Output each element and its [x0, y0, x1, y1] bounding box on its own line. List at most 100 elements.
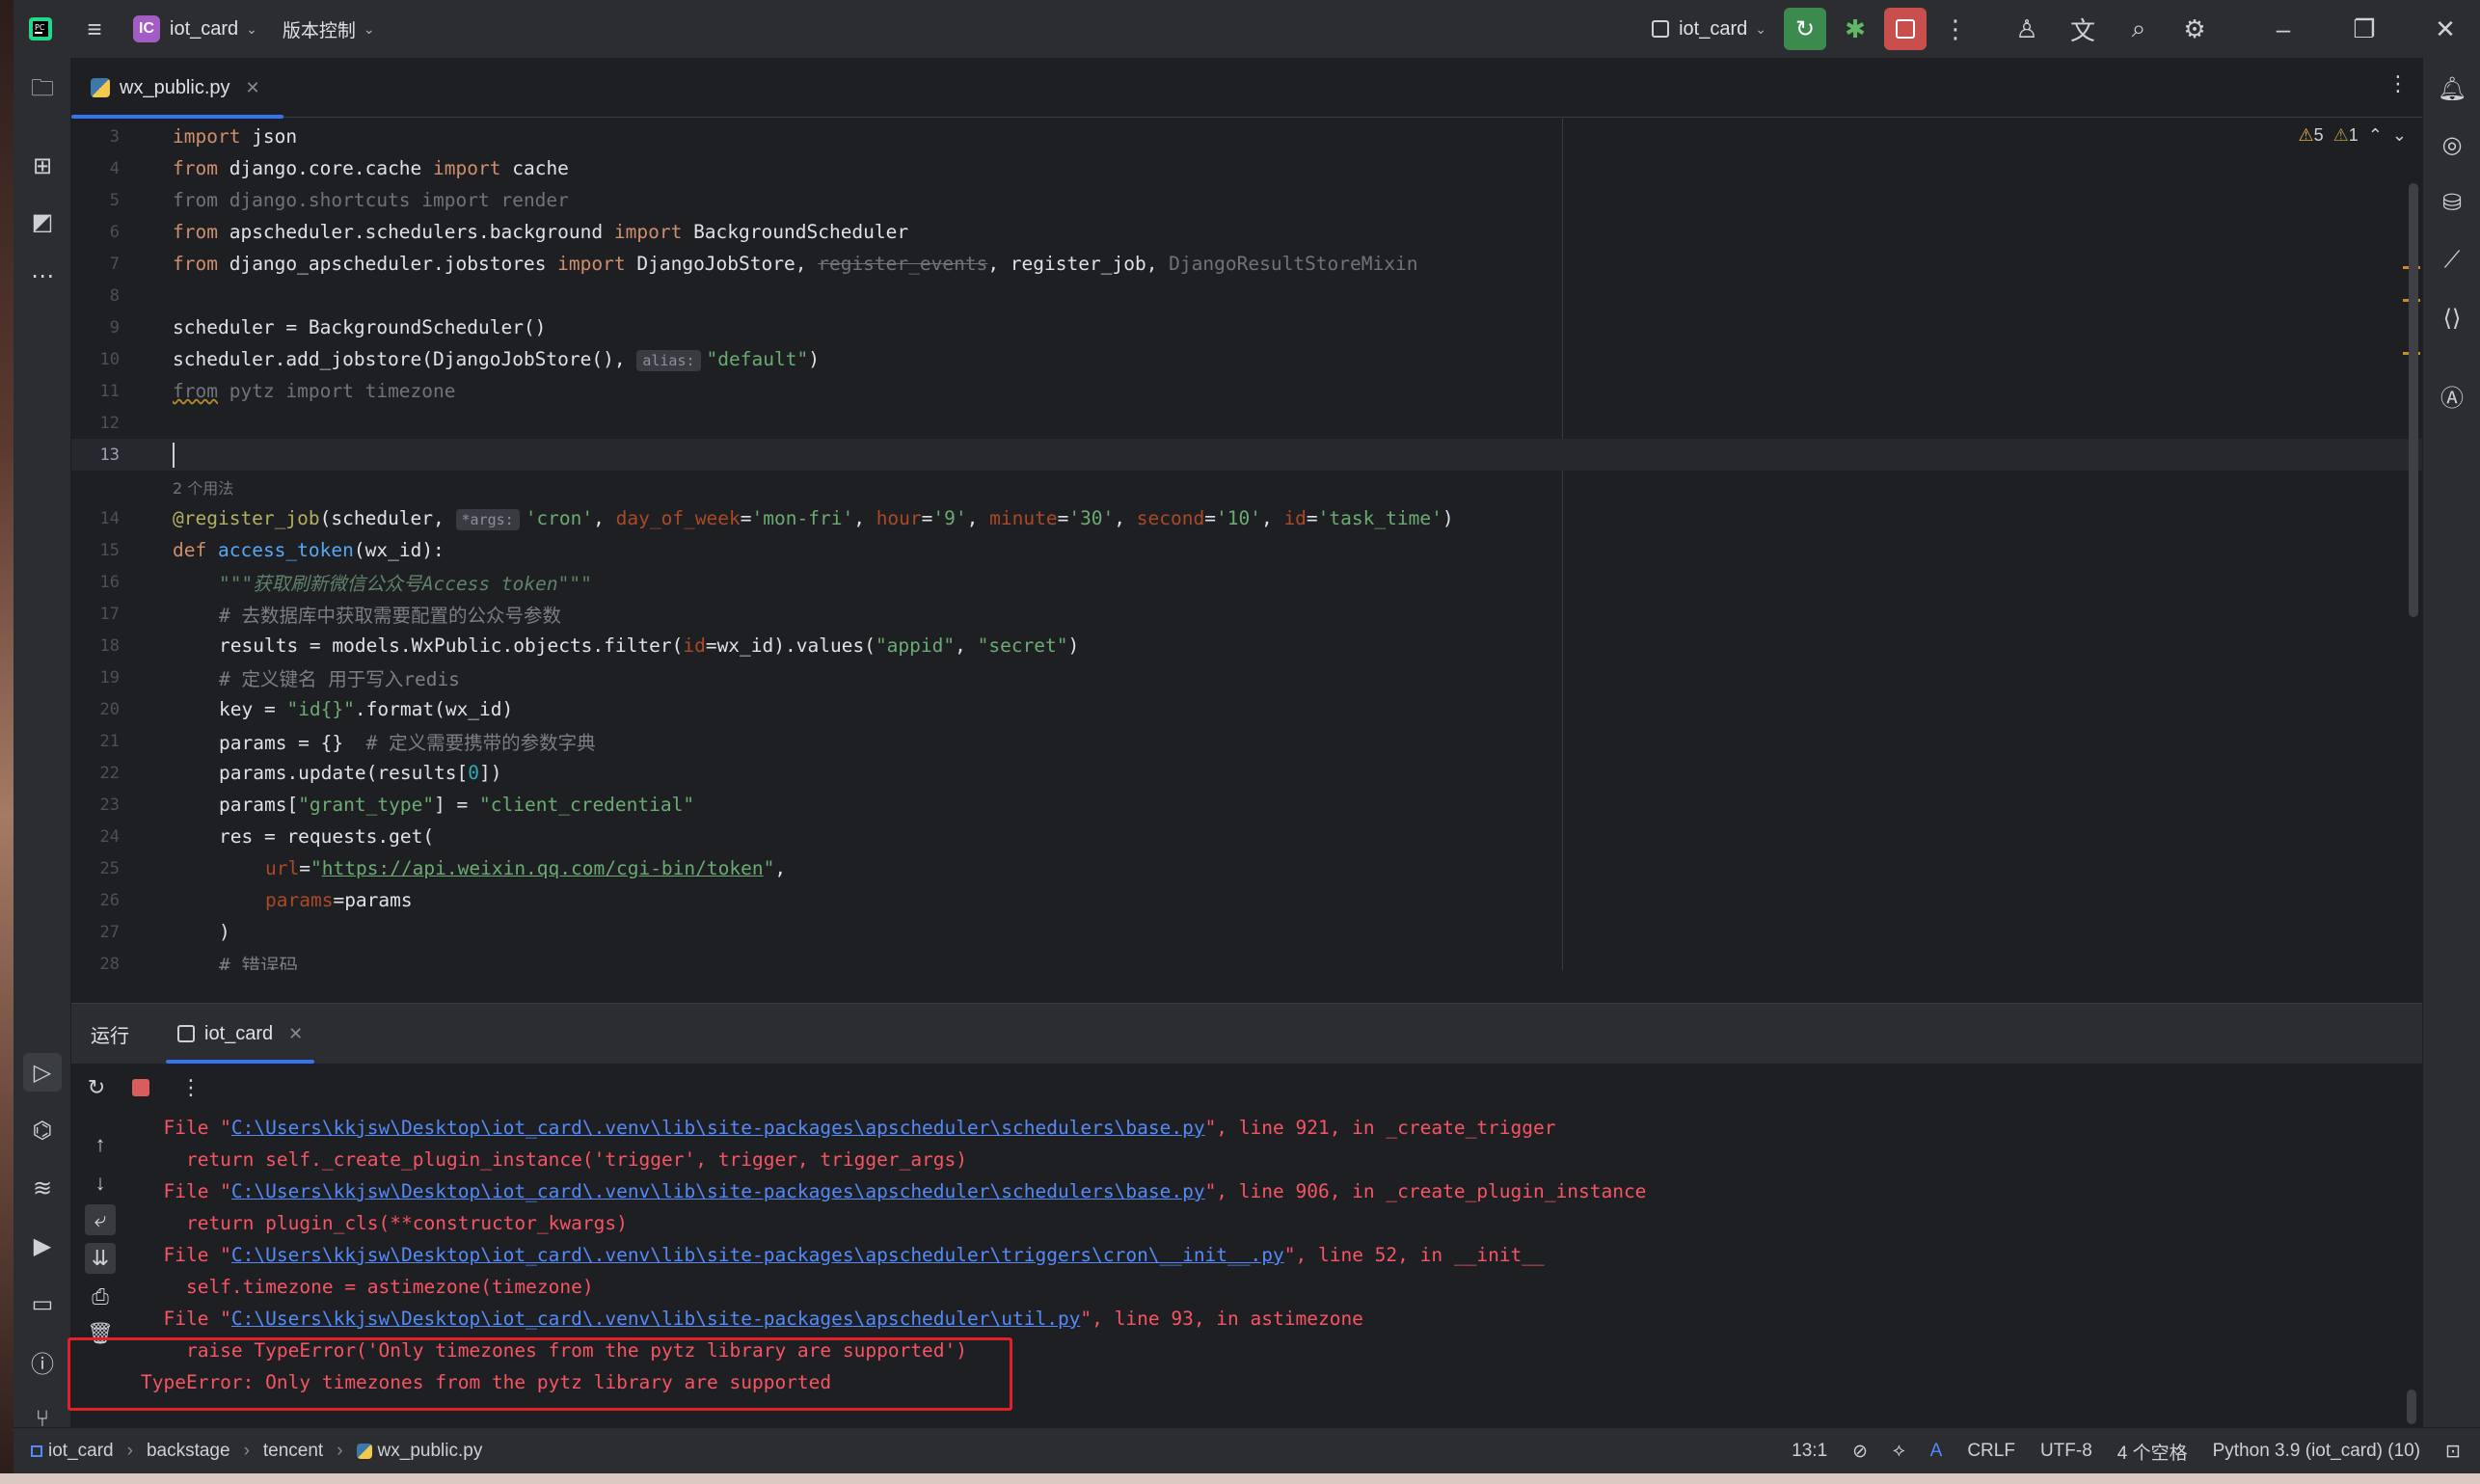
print-icon[interactable]: ⎙ [85, 1282, 116, 1312]
file-link[interactable]: C:\Users\kkjsw\Desktop\iot_card\.venv\li… [231, 1180, 1205, 1202]
code-line: 18 results = models.WxPublic.objects.filt… [99, 634, 1080, 657]
more-vertical-icon[interactable]: ⋮ [1934, 8, 1977, 50]
project-selector[interactable]: IC iot_card ⌄ [133, 15, 257, 42]
ai-assistant-icon[interactable]: ◎ [2433, 125, 2471, 164]
url-link[interactable]: https://api.weixin.qq.com/cgi-bin/token [322, 857, 764, 879]
python-interpreter[interactable]: Python 3.9 (iot_card) (10) [2213, 1441, 2420, 1462]
code-line: 4 from django.core.cache import cache [109, 157, 569, 179]
run-config-selector[interactable]: iot_card ⌄ [1652, 18, 1766, 40]
rerun-button[interactable]: ↻ [1784, 8, 1826, 50]
project-folder-icon[interactable]: 🗀 [23, 71, 62, 110]
rerun-icon[interactable]: ↻ [81, 1072, 112, 1103]
background-photo-edge [0, 0, 13, 1484]
endpoints-icon[interactable]: ⟨⟩ [2433, 299, 2471, 337]
stop-button[interactable] [1884, 8, 1927, 50]
project-name: iot_card [170, 17, 239, 40]
current-code-line: 13 [71, 439, 2422, 471]
pycharm-logo-icon: PC [19, 8, 62, 50]
breadcrumb-item[interactable]: iot_card [48, 1441, 114, 1462]
database-icon[interactable]: ⛁ [2433, 183, 2471, 222]
breadcrumb-item[interactable]: tencent [263, 1441, 323, 1462]
minimize-icon[interactable]: – [2262, 8, 2305, 50]
python-file-icon [91, 78, 110, 97]
console-line: File " C:\Users\kkjsw\Desktop\iot_card\.v… [141, 1117, 1556, 1139]
code-line: 17 # 去数据库中获取需要配置的公众号参数 [99, 604, 561, 628]
code-line: 11 from pytz import timezone [99, 380, 456, 402]
notifications-bell-icon[interactable]: 🔔︎ [2433, 69, 2471, 108]
more-tools-icon[interactable]: ⋯ [23, 256, 62, 295]
terminal-icon[interactable]: ▭ [23, 1284, 62, 1323]
code-area[interactable]: 3 import json 4 from django.core.cache imp… [71, 119, 2422, 970]
sciview-chart-icon[interactable]: ⟋ [2433, 241, 2471, 280]
main-menu-icon[interactable]: ≡ [73, 8, 116, 50]
error-highlight-box [67, 1337, 1012, 1411]
soft-wrap-icon[interactable]: ⤶ [85, 1204, 116, 1235]
tab-label: wx_public.py [120, 76, 230, 98]
breadcrumb-item[interactable]: backstage [147, 1441, 230, 1462]
close-icon[interactable]: ✕ [2424, 8, 2467, 50]
services-icon[interactable]: ▶ [23, 1227, 62, 1265]
console-line: return self._create_plugin_instance('tri… [141, 1148, 968, 1171]
run-tab-iot-card[interactable]: iot_card ✕ [166, 1004, 315, 1064]
code-vision-icon[interactable]: ⟡ [1893, 1441, 1905, 1462]
breadcrumb-item[interactable]: wx_public.py [378, 1441, 483, 1462]
arrow-down-icon[interactable]: ↓ [85, 1168, 116, 1199]
tab-wx-public[interactable]: wx_public.py ✕ [71, 58, 283, 119]
code-line: 10 scheduler.add_jobstore(DjangoJobStore(… [99, 348, 820, 371]
vcs-menu[interactable]: 版本控制 ⌄ [283, 16, 375, 42]
stop-square-icon [1896, 19, 1915, 39]
more-vertical-icon[interactable]: ⋮ [175, 1072, 206, 1103]
arrow-up-icon[interactable]: ↑ [85, 1129, 116, 1160]
more-vertical-icon[interactable]: ⋮ [2387, 71, 2409, 96]
ai-disabled-icon[interactable]: ⊘ [1852, 1441, 1868, 1463]
file-link[interactable]: C:\Users\kkjsw\Desktop\iot_card\.venv\li… [231, 1308, 1081, 1330]
code-line: 6 from apscheduler.schedulers.background … [109, 221, 909, 243]
python-run-config-icon [1652, 20, 1670, 38]
close-icon[interactable]: ✕ [246, 78, 260, 98]
code-line: 12 [99, 413, 120, 433]
file-link[interactable]: C:\Users\kkjsw\Desktop\iot_card\.venv\li… [231, 1117, 1205, 1139]
close-icon[interactable]: ✕ [288, 1024, 303, 1044]
caret-position[interactable]: 13:1 [1792, 1441, 1827, 1462]
console-line: File " C:\Users\kkjsw\Desktop\iot_card\.v… [141, 1244, 1545, 1266]
title-bar: PC ≡ IC iot_card ⌄ 版本控制 ⌄ iot_card ⌄ ↻ ✱… [13, 0, 2480, 58]
stop-button[interactable] [125, 1072, 156, 1103]
chevron-right-icon: › [337, 1440, 343, 1461]
editor-scrollbar[interactable] [2409, 183, 2418, 617]
restore-icon[interactable]: ❐ [2343, 8, 2386, 50]
indent-setting[interactable]: 4 个空格 [2117, 1439, 2188, 1465]
code-line: 15 def access_token(wx_id): [99, 539, 445, 561]
grazie-icon[interactable]: A [1930, 1441, 1943, 1462]
structure-icon[interactable]: ⊞ [23, 147, 62, 185]
python-console-icon[interactable]: ⌬ [23, 1111, 62, 1149]
console-scrollbar[interactable] [2407, 1390, 2416, 1424]
code-line: 16 """获取刷新微信公众号Access token""" [99, 572, 592, 596]
file-encoding[interactable]: UTF-8 [2040, 1441, 2092, 1462]
run-panel-header: 运行 iot_card ✕ [71, 1004, 2422, 1064]
python-packages-icon[interactable]: ◩ [23, 202, 62, 241]
search-icon[interactable]: ⌕ [2117, 8, 2160, 50]
scroll-to-end-icon[interactable]: ⇊ [85, 1243, 116, 1274]
read-only-lock-icon[interactable]: ⊡ [2445, 1441, 2461, 1463]
line-separator[interactable]: CRLF [1967, 1441, 2015, 1462]
run-toolbar: ↻ ⋮ [71, 1064, 2422, 1112]
debug-bug-icon[interactable]: ✱ [1834, 8, 1876, 50]
editor-tab-bar: wx_public.py ✕ ⋮ [71, 58, 2422, 119]
usages-hint[interactable]: 2 个用法 [173, 475, 233, 499]
code-with-me-icon[interactable]: ♙ [2006, 8, 2048, 50]
code-line: 7 from django_apscheduler.jobstores impor… [109, 253, 1418, 275]
run-tab-label: iot_card [204, 1022, 274, 1044]
file-link[interactable]: C:\Users\kkjsw\Desktop\iot_card\.venv\li… [231, 1244, 1284, 1266]
run-panel-title: 运行 [91, 1025, 129, 1047]
run-tool-icon[interactable]: ▷ [23, 1053, 62, 1092]
stop-square-icon [132, 1079, 149, 1096]
gear-icon[interactable]: ⚙ [2173, 8, 2216, 50]
problems-icon[interactable]: ⓘ [23, 1342, 62, 1381]
console-line: self.timezone = astimezone(timezone) [141, 1276, 594, 1298]
console-line: File " C:\Users\kkjsw\Desktop\iot_card\.v… [141, 1308, 1363, 1330]
text-caret [173, 442, 175, 468]
layers-icon[interactable]: ≋ [23, 1169, 62, 1207]
code-editor: wx_public.py ✕ ⋮ ⚠5 ⚠1 ⌃ ⌄ 3 import json … [71, 58, 2422, 970]
translate-icon[interactable]: 文 [2062, 8, 2104, 50]
documentation-icon[interactable]: Ⓐ [2433, 376, 2471, 415]
